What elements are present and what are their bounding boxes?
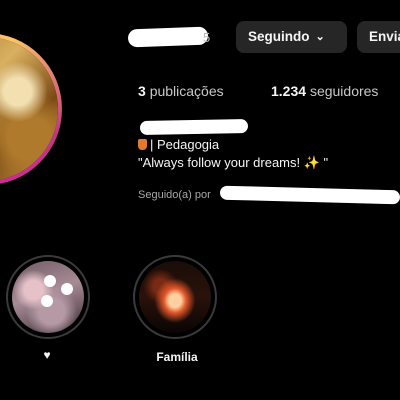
bio-quote: "Always follow your dreams! ✨ "	[138, 155, 328, 171]
bio-category-text: | Pedagogia	[150, 137, 220, 152]
username-suffix: 5	[203, 30, 211, 45]
display-name-redaction	[139, 119, 249, 135]
followers-label: seguidores	[309, 83, 379, 99]
dot-decoration	[61, 283, 73, 295]
highlight-label-heart: ♥	[43, 348, 51, 362]
posts-stat[interactable]: 3 publicações	[138, 83, 224, 99]
highlight-label-familia: Família	[156, 350, 198, 364]
profile-avatar[interactable]	[0, 33, 62, 185]
bio-category: | Pedagogia	[138, 137, 219, 152]
highlight-cover	[12, 261, 84, 333]
posts-label: publicações	[149, 83, 224, 99]
message-button[interactable]: Enviar mensagem	[357, 21, 400, 53]
profile-page: 5 Seguindo ⌄ Enviar mensagem 3 publicaçõe…	[0, 0, 400, 400]
dot-decoration	[44, 275, 56, 287]
sparkle-icon: ✨	[303, 155, 320, 170]
message-button-label: Enviar mensagem	[369, 29, 400, 44]
username-redaction	[127, 26, 209, 48]
following-button[interactable]: Seguindo ⌄	[236, 21, 347, 53]
followers-count: 1.234	[271, 83, 307, 99]
dot-decoration	[41, 295, 53, 307]
highlight-heart[interactable]	[6, 255, 90, 339]
jar-icon	[138, 139, 147, 150]
bio-quote-text: "Always follow your dreams!	[138, 155, 304, 170]
followed-by-prefix: Seguido(a) por	[138, 189, 211, 201]
avatar-photo	[0, 37, 58, 181]
followed-by-redaction	[219, 185, 400, 205]
following-button-label: Seguindo	[248, 29, 310, 44]
bio-quote-end: "	[319, 155, 329, 170]
followers-stat[interactable]: 1.234 seguidores	[271, 83, 378, 99]
followed-by[interactable]: Seguido(a) por	[138, 189, 211, 201]
highlight-familia[interactable]	[133, 255, 217, 339]
highlight-cover	[139, 261, 211, 333]
posts-count: 3	[138, 83, 146, 99]
chevron-down-icon: ⌄	[315, 31, 325, 43]
